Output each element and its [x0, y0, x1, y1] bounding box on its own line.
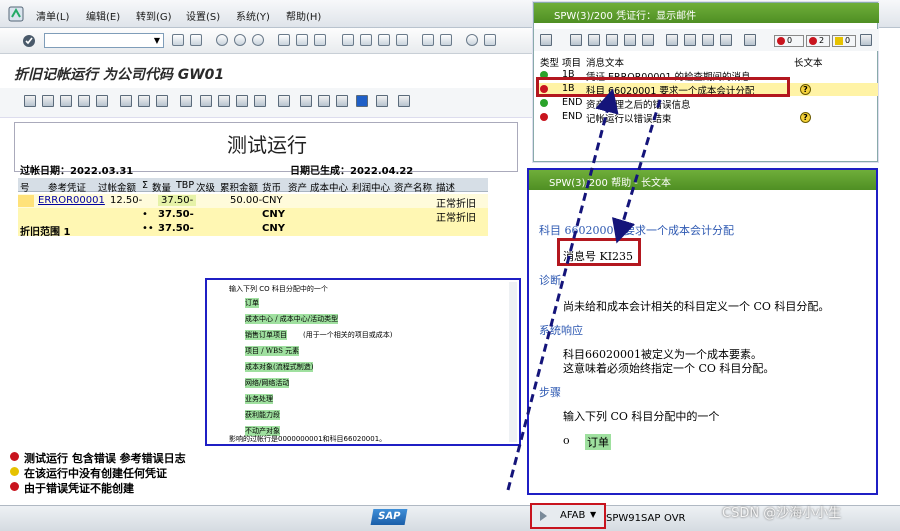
- watermark: CSDN @沙海小小生: [722, 506, 842, 521]
- arrow-to-long-text: [611, 99, 662, 244]
- annotation-arrows: [506, 88, 662, 491]
- arrow-to-message: [506, 88, 619, 491]
